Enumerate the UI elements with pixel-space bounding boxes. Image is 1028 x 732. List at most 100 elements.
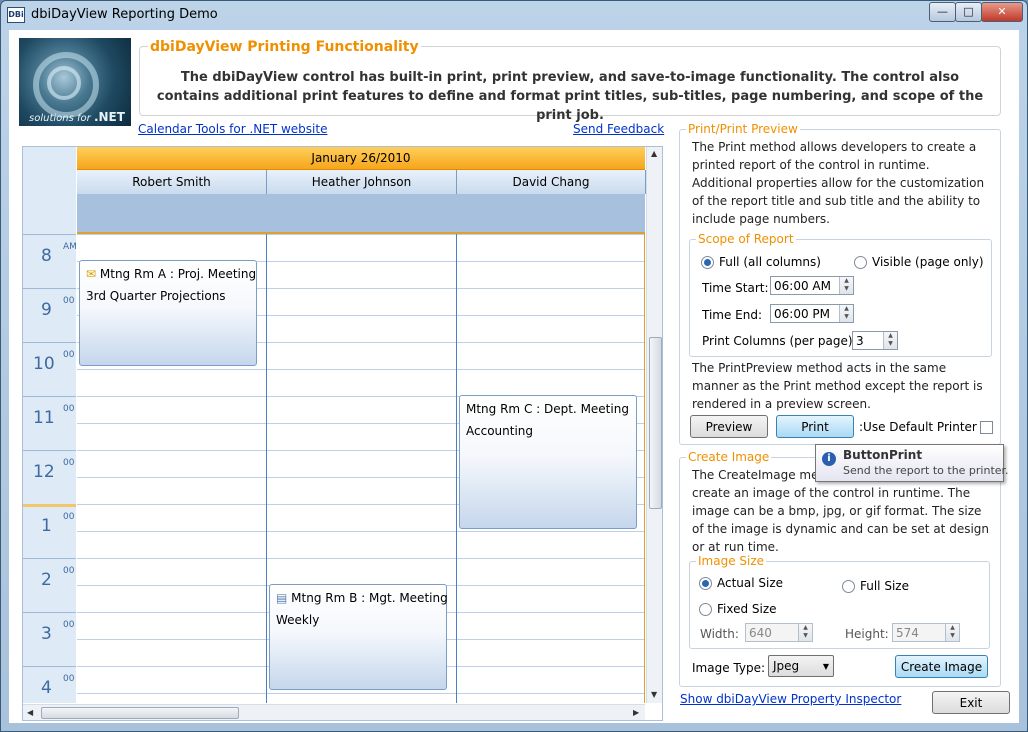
- default-printer-label: :Use Default Printer: [859, 420, 977, 434]
- logo-text-bold: .NET: [93, 110, 125, 124]
- print-panel: Print/Print Preview The Print method all…: [679, 122, 1001, 445]
- appointment-title: Mtng Rm C : Dept. Meeting: [466, 402, 629, 416]
- spin-arrows-icon[interactable]: ▲ ▼: [945, 624, 959, 641]
- all-day-area[interactable]: [77, 194, 645, 234]
- time-start-input[interactable]: 06:00 AM ▲ ▼: [770, 276, 854, 295]
- scope-panel-title: Scope of Report: [696, 232, 796, 246]
- maximize-button[interactable]: □: [955, 2, 982, 22]
- hour-suffix: 00: [63, 458, 75, 468]
- spin-arrows-icon[interactable]: ▲ ▼: [839, 305, 853, 322]
- image-type-label: Image Type:: [692, 661, 766, 675]
- full-columns-label: Full (all columns): [719, 255, 821, 269]
- calendar-tools-link[interactable]: Calendar Tools for .NET website: [138, 122, 327, 136]
- tooltip-title: ButtonPrint: [843, 448, 923, 462]
- hour-suffix: 00: [63, 512, 75, 522]
- vertical-scrollbar[interactable]: ▲ ▼: [646, 147, 662, 703]
- horizontal-scrollbar[interactable]: ◀ ▶: [23, 704, 645, 720]
- spin-arrows-icon[interactable]: ▲ ▼: [798, 624, 812, 641]
- hour-suffix: AM: [63, 242, 77, 252]
- hour-label: 2: [41, 570, 52, 590]
- hour-label: 1: [41, 516, 52, 536]
- hour-suffix: 00: [63, 404, 75, 414]
- hour-label: 10: [33, 354, 55, 374]
- note-icon: ▤: [276, 591, 288, 605]
- visible-page-radio[interactable]: [854, 256, 867, 269]
- hour-suffix: 00: [63, 566, 75, 576]
- preview-description: The PrintPreview method acts in the same…: [692, 361, 983, 411]
- column-header[interactable]: Robert Smith: [77, 170, 267, 194]
- title-bar[interactable]: DBi dbiDayView Reporting Demo — □ ✕: [1, 1, 1027, 29]
- brand-logo: solutions for .NET: [19, 38, 131, 126]
- scroll-up-icon[interactable]: ▲: [651, 149, 657, 158]
- actual-size-radio[interactable]: [699, 577, 712, 590]
- hour-label: 12: [33, 462, 55, 482]
- full-size-radio[interactable]: [842, 580, 855, 593]
- hour-suffix: 00: [63, 296, 75, 306]
- column-header[interactable]: David Chang: [457, 170, 646, 194]
- header-panel: dbiDayView Printing Functionality The db…: [139, 39, 1001, 123]
- create-image-description: create an image of the control in runtim…: [692, 486, 990, 554]
- height-label: Height:: [845, 627, 889, 641]
- appointment-subtitle: Accounting: [466, 424, 534, 438]
- page-description: The dbiDayView control has built-in prin…: [156, 70, 984, 123]
- image-type-select[interactable]: Jpeg ▼: [768, 655, 834, 677]
- create-image-button[interactable]: Create Image: [895, 655, 988, 678]
- hour-label: 8: [41, 246, 52, 266]
- hour-suffix: 00: [63, 674, 75, 684]
- spin-arrows-icon[interactable]: ▲ ▼: [839, 277, 853, 294]
- app-icon: DBi: [7, 7, 25, 23]
- property-inspector-link[interactable]: Show dbiDayView Property Inspector: [680, 692, 901, 706]
- window-title: dbiDayView Reporting Demo: [31, 7, 218, 22]
- preview-button[interactable]: Preview: [690, 415, 768, 438]
- scroll-thumb[interactable]: [649, 337, 662, 509]
- column-header[interactable]: Heather Johnson: [267, 170, 457, 194]
- print-panel-title: Print/Print Preview: [686, 122, 800, 136]
- time-start-label: Time Start:: [702, 281, 769, 295]
- scroll-right-icon[interactable]: ▶: [633, 708, 639, 717]
- send-feedback-link[interactable]: Send Feedback: [573, 122, 664, 136]
- spin-arrows-icon[interactable]: ▲ ▼: [883, 332, 897, 349]
- time-end-input[interactable]: 06:00 PM ▲ ▼: [770, 304, 854, 323]
- print-button[interactable]: Print: [776, 415, 854, 438]
- time-end-label: Time End:: [702, 308, 763, 322]
- bell-icon: ✉: [86, 267, 97, 281]
- appointment-title: Mtng Rm A : Proj. Meeting: [99, 267, 257, 281]
- close-button[interactable]: ✕: [981, 2, 1023, 22]
- create-image-title: Create Image: [686, 450, 772, 464]
- logo-text: solutions for: [29, 113, 91, 124]
- height-input[interactable]: 574 ▲ ▼: [892, 623, 960, 642]
- print-button-tooltip: i ButtonPrint Send the report to the pri…: [815, 444, 1009, 482]
- tooltip-text: Send the report to the printer.: [843, 464, 1009, 477]
- print-columns-input[interactable]: 3 ▲ ▼: [852, 331, 898, 350]
- width-label: Width:: [700, 627, 739, 641]
- fixed-size-label: Fixed Size: [717, 602, 777, 616]
- scroll-left-icon[interactable]: ◀: [27, 708, 33, 717]
- scope-panel: Scope of Report Full (all columns) Visib…: [689, 232, 992, 357]
- page-title: dbiDayView Printing Functionality: [148, 39, 421, 55]
- date-header[interactable]: January 26/2010: [77, 147, 645, 170]
- app-window: DBi dbiDayView Reporting Demo — □ ✕ solu…: [0, 0, 1028, 732]
- appointment-subtitle: 3rd Quarter Projections: [86, 289, 226, 303]
- print-columns-label: Print Columns (per page):: [702, 334, 857, 348]
- image-size-title: Image Size: [696, 554, 767, 568]
- visible-page-label: Visible (page only): [872, 255, 984, 269]
- hscroll-thumb[interactable]: [41, 707, 239, 719]
- client-area: solutions for .NET dbiDayView Printing F…: [9, 30, 1019, 723]
- hour-label: 9: [41, 300, 52, 320]
- exit-button[interactable]: Exit: [932, 691, 1010, 714]
- image-size-panel: Image Size Actual Size Full Size Fixed S…: [689, 554, 990, 649]
- fixed-size-radio[interactable]: [699, 603, 712, 616]
- width-input[interactable]: 640 ▲ ▼: [745, 623, 813, 642]
- time-column: 8 AM 9 00 10 00 11 00 12 00 1 00 2 00 3 …: [23, 147, 77, 703]
- day-view-calendar[interactable]: 8 AM 9 00 10 00 11 00 12 00 1 00 2 00 3 …: [22, 146, 663, 721]
- appointment-card[interactable]: Mtng Rm C : Dept. Meeting Accounting: [459, 395, 637, 529]
- appointment-card[interactable]: ▤ Mtng Rm B : Mgt. Meeting Weekly: [269, 584, 448, 690]
- hour-label: 3: [41, 624, 52, 644]
- hour-suffix: 00: [63, 620, 75, 630]
- chevron-down-icon: ▼: [822, 662, 829, 671]
- full-columns-radio[interactable]: [701, 256, 714, 269]
- appointment-card[interactable]: ✉ Mtng Rm A : Proj. Meeting 3rd Quarter …: [79, 260, 257, 366]
- minimize-button[interactable]: —: [929, 2, 956, 22]
- default-printer-checkbox[interactable]: [980, 421, 993, 434]
- scroll-down-icon[interactable]: ▼: [651, 690, 657, 699]
